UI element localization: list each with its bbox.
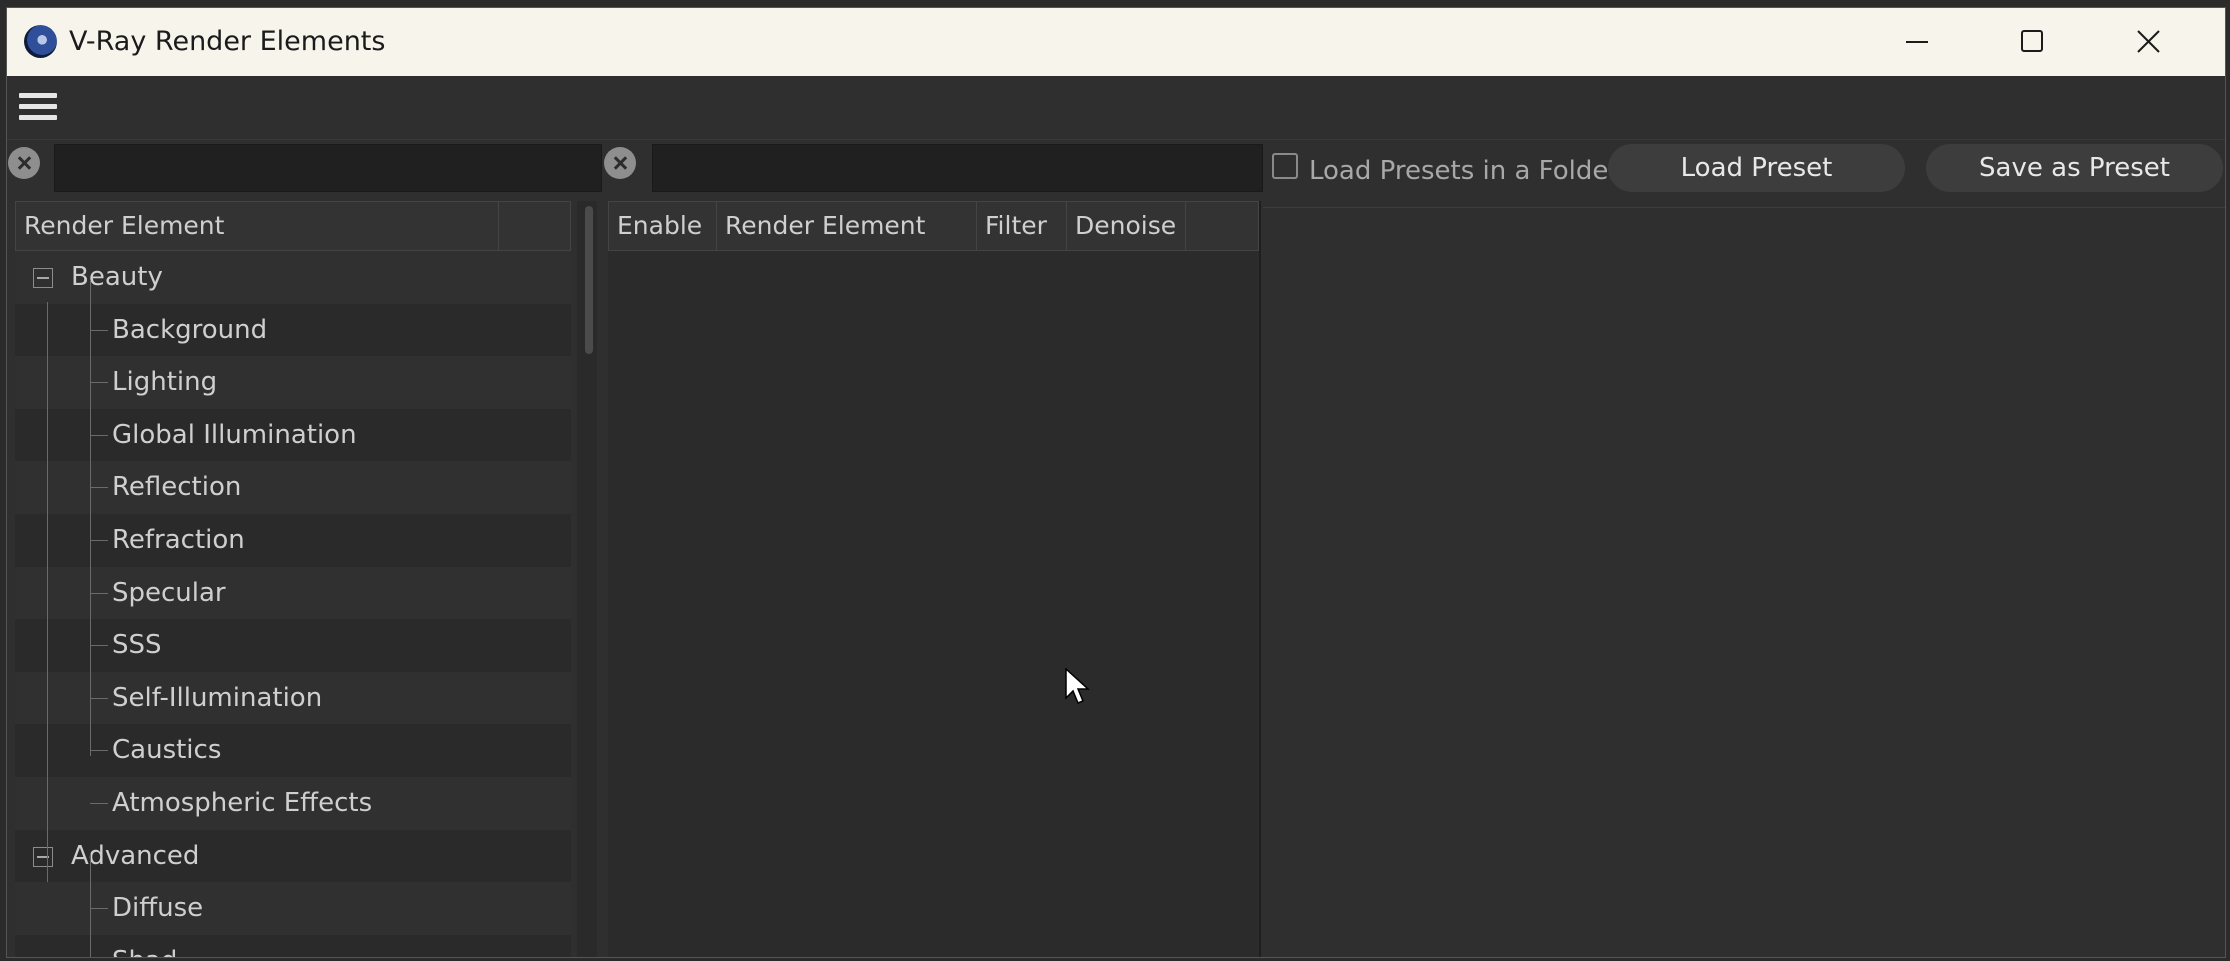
tree-item-label: Caustics — [112, 735, 222, 766]
column-header-filter[interactable]: Filter — [976, 201, 1067, 251]
tree-item-label: Specular — [112, 577, 226, 608]
tree-item[interactable]: SSS — [15, 619, 571, 672]
tree-group-beauty[interactable]: Beauty — [15, 251, 571, 304]
tree-item-label: Background — [112, 314, 268, 345]
tree-column-header-extra[interactable] — [498, 201, 571, 251]
save-as-preset-button[interactable]: Save as Preset — [1926, 144, 2223, 192]
divider — [1263, 207, 2225, 208]
tree-item[interactable]: Shad... — [15, 934, 571, 957]
clear-search-icon[interactable] — [8, 147, 40, 179]
title-bar[interactable]: V-Ray Render Elements — [7, 8, 2225, 76]
column-header-enable[interactable]: Enable — [608, 201, 717, 251]
elements-search-input[interactable] — [652, 144, 1263, 192]
tree-item[interactable]: Self-Illumination — [15, 671, 571, 725]
window-title: V-Ray Render Elements — [69, 26, 386, 57]
tree-guide-line — [90, 281, 91, 756]
minimize-button[interactable] — [1863, 8, 1973, 76]
tree-item[interactable]: Atmospheric Effects — [15, 777, 571, 830]
tree-item[interactable]: Caustics — [15, 724, 571, 777]
tree-scrollbar[interactable] — [577, 201, 597, 957]
tree-item[interactable]: Background — [15, 303, 571, 357]
column-header-render-element[interactable]: Render Element — [716, 201, 977, 251]
hamburger-menu-icon[interactable] — [19, 93, 57, 123]
load-preset-button[interactable]: Load Preset — [1608, 144, 1905, 192]
load-presets-folder-checkbox[interactable] — [1272, 153, 1298, 179]
cinema4d-logo-icon — [24, 25, 57, 58]
column-header-denoise[interactable]: Denoise — [1066, 201, 1186, 251]
render-elements-tree: Render Element Beauty Background Lightin… — [15, 201, 571, 957]
vray-render-elements-window: V-Ray Render Elements Load Presets in a … — [6, 7, 2226, 958]
collapse-icon[interactable] — [33, 268, 53, 288]
tree-item[interactable]: Reflection — [15, 461, 571, 514]
load-presets-folder-label: Load Presets in a Folder — [1309, 156, 1620, 186]
menu-bar — [7, 76, 2225, 140]
tree-guide-line — [47, 302, 48, 882]
selected-elements-table[interactable]: Enable Render Element Filter Denoise — [608, 201, 1261, 957]
maximize-icon — [2021, 30, 2043, 52]
tree-item-label: Reflection — [112, 472, 242, 503]
tree-item-label: Global Illumination — [112, 419, 357, 450]
close-icon — [2137, 30, 2160, 53]
tree-group-label: Beauty — [71, 262, 163, 292]
tree-column-header[interactable]: Render Element — [15, 201, 499, 251]
tree-group-advanced[interactable]: Advanced — [15, 829, 571, 883]
minimize-icon — [1906, 41, 1928, 43]
mouse-cursor-icon — [1065, 668, 1090, 704]
tree-item-label: Diffuse — [112, 893, 204, 924]
tree-guide-line — [90, 853, 91, 957]
tree-item-label: Lighting — [112, 367, 218, 398]
close-button[interactable] — [2094, 8, 2204, 76]
tree-item-label: Atmospheric Effects — [112, 788, 373, 818]
tree-item-label: Shad... — [112, 935, 202, 957]
scrollbar-thumb[interactable] — [585, 206, 593, 354]
tree-item[interactable]: Diffuse — [15, 882, 571, 935]
maximize-button[interactable] — [1978, 8, 2088, 76]
tree-item[interactable]: Lighting — [15, 356, 571, 409]
tree-search-input[interactable] — [54, 144, 602, 192]
tree-item-label: Refraction — [112, 525, 245, 555]
tree-item-label: SSS — [112, 630, 162, 661]
tree-item[interactable]: Specular — [15, 566, 571, 620]
column-header-extra[interactable] — [1185, 201, 1259, 251]
tree-item-label: Self-Illumination — [112, 682, 323, 713]
collapse-icon[interactable] — [33, 846, 53, 867]
tree-item[interactable]: Global Illumination — [15, 408, 571, 462]
tree-item[interactable]: Refraction — [15, 514, 571, 567]
clear-search-icon[interactable] — [604, 147, 636, 179]
